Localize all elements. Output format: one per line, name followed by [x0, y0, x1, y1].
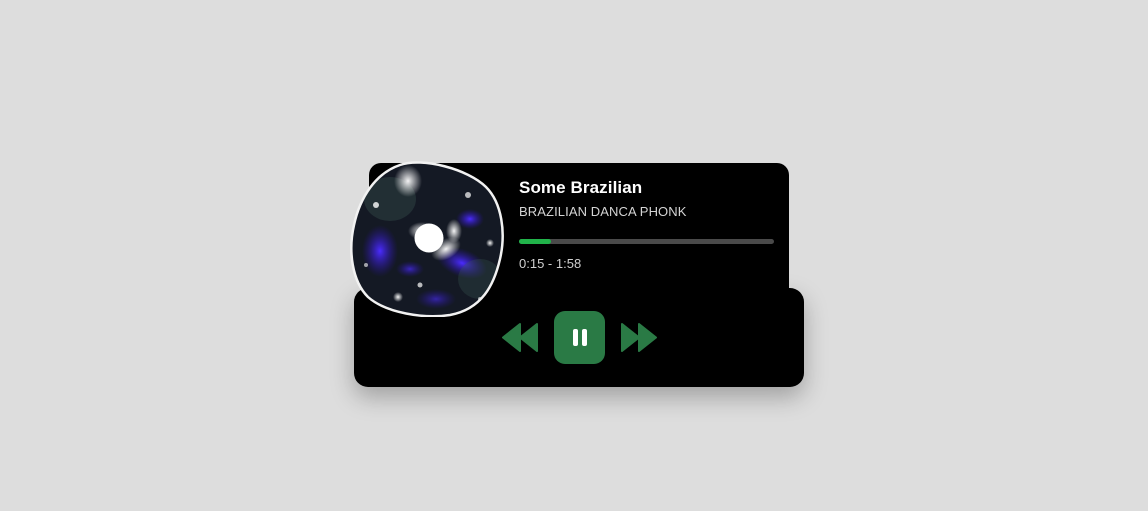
total-duration: 1:58: [555, 256, 582, 271]
fast-forward-button[interactable]: [620, 323, 658, 352]
track-artist: BRAZILIAN DANCA PHONK: [519, 204, 687, 219]
album-art-disc[interactable]: [350, 159, 508, 317]
pause-button[interactable]: [554, 311, 605, 364]
music-player-widget: Some Brazilian BRAZILIAN DANCA PHONK 0:1…: [0, 0, 1148, 511]
fast-forward-icon: [621, 323, 657, 352]
pause-icon: [572, 329, 587, 346]
time-display: 0:15 - 1:58: [519, 256, 581, 271]
time-separator: -: [544, 256, 556, 271]
progress-bar[interactable]: [519, 239, 774, 244]
rewind-icon: [502, 323, 538, 352]
elapsed-time: 0:15: [519, 256, 545, 271]
progress-bar-fill: [519, 239, 552, 244]
track-title: Some Brazilian: [519, 178, 643, 197]
rewind-button[interactable]: [501, 323, 539, 352]
